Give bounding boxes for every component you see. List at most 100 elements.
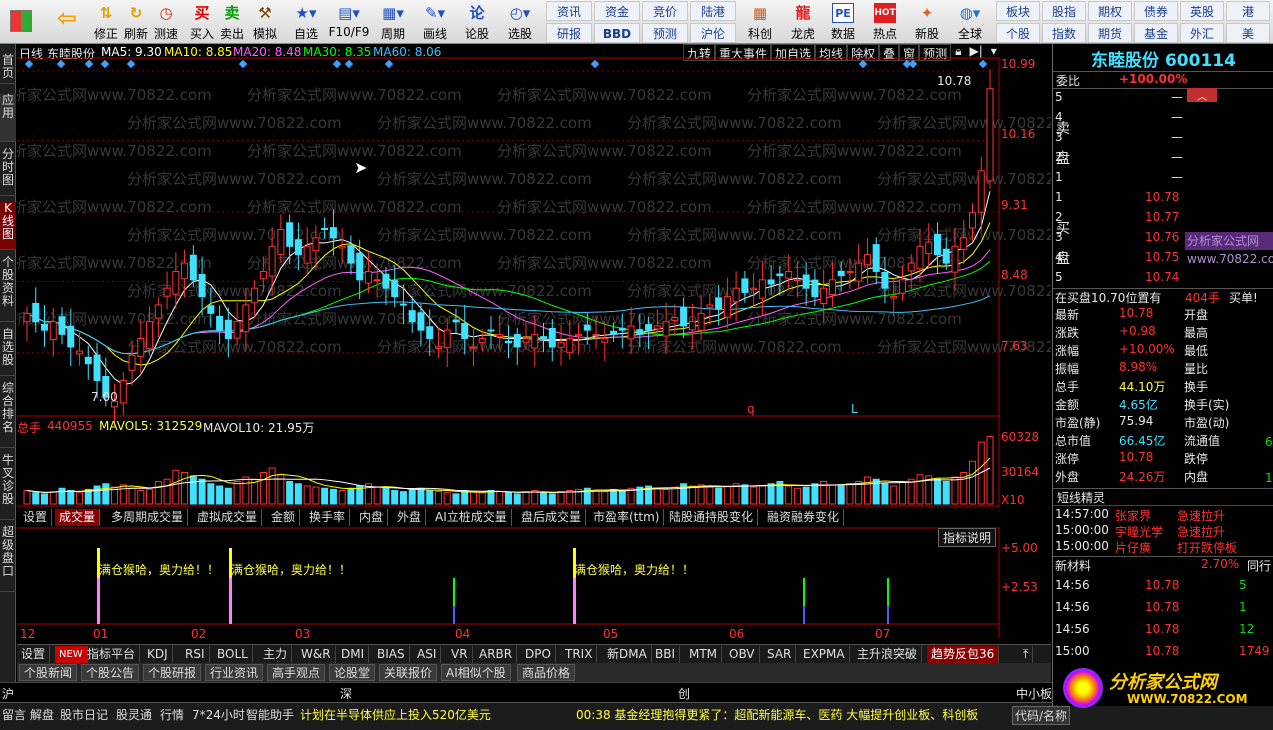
ind-kdj[interactable]: KDJ: [143, 646, 173, 663]
dragon-button[interactable]: 龍 龙虎: [788, 0, 818, 44]
link-auction[interactable]: 竞价: [642, 1, 688, 21]
ind-arbr[interactable]: ARBR: [475, 646, 518, 663]
link-forecast[interactable]: 预测: [642, 23, 688, 43]
tick-row[interactable]: 14:56 10.78 12: [1053, 622, 1273, 640]
link-sh-london[interactable]: 沪伦: [690, 23, 736, 43]
select-stock-button[interactable]: ◴▾ 选股: [502, 0, 538, 44]
tab-amount[interactable]: 金额: [267, 509, 301, 526]
f10-button[interactable]: ▤▾ F10/F9: [328, 0, 370, 44]
ind-boll[interactable]: BOLL: [213, 646, 253, 663]
sell-row[interactable]: 3—: [1053, 130, 1273, 148]
status-message[interactable]: 留言: [2, 706, 26, 723]
ind-main[interactable]: 主力: [259, 646, 293, 663]
watchlist-button[interactable]: ★▾ 自选: [290, 0, 322, 44]
short-title[interactable]: 短线精灵: [1057, 489, 1105, 506]
news-research[interactable]: 个股研报: [143, 664, 202, 681]
period-button[interactable]: ▦▾ 周期: [378, 0, 408, 44]
stat-row[interactable]: 市盈(静) 75.94 市盈(动): [1053, 414, 1273, 432]
tab-after-volume[interactable]: 盘后成交量: [517, 509, 587, 526]
stat-row[interactable]: 振幅 8.98% 量比: [1053, 360, 1273, 378]
stat-row[interactable]: 最新 10.78 开盘: [1053, 306, 1273, 324]
nav-apps[interactable]: 应用: [0, 94, 16, 142]
status-gulingtong[interactable]: 股灵通: [116, 706, 152, 723]
tick-row[interactable]: 14:56 10.78 1: [1053, 600, 1273, 618]
stat-row[interactable]: 总手 44.10万 换手: [1053, 378, 1273, 396]
stat-row[interactable]: 金额 4.65亿 换手(实): [1053, 396, 1273, 414]
draw-button[interactable]: ✎▾ 画线: [418, 0, 452, 44]
ind-new-dma[interactable]: 新DMA: [603, 646, 652, 663]
link-uk-stocks[interactable]: 英股: [1180, 1, 1224, 21]
alert-row[interactable]: 15:00:00 片仔癀 打开跌停板: [1053, 539, 1273, 557]
tab-multi-volume[interactable]: 多周期成交量: [107, 509, 189, 526]
buy-row[interactable]: 2 10.77: [1053, 210, 1273, 228]
link-index-futures[interactable]: 股指: [1042, 1, 1086, 21]
kline-chart[interactable]: 分析家公式网www.70822.com 分析家公式网www.70822.com 分析…: [17, 44, 1051, 638]
tab-virtual-volume[interactable]: 虚拟成交量: [193, 509, 263, 526]
buy-button[interactable]: 买 买入: [188, 0, 216, 44]
link-hk[interactable]: 港: [1226, 1, 1270, 21]
link-sector[interactable]: 板块: [996, 1, 1040, 21]
nav-watchlist[interactable]: 自选股: [0, 328, 16, 376]
tab-pe-ttm[interactable]: 市盈率(ttm): [589, 509, 665, 526]
news-stock[interactable]: 个股新闻: [19, 664, 78, 681]
news-announcement[interactable]: 个股公告: [81, 664, 140, 681]
discuss-button[interactable]: 论 论股: [462, 0, 492, 44]
tab-settings[interactable]: 设置: [19, 509, 53, 526]
ind-asi[interactable]: ASI: [413, 646, 442, 663]
tab-margin[interactable]: 融资融券变化: [763, 509, 845, 526]
tab-ai-volume[interactable]: AI立桩成交量: [431, 509, 512, 526]
ticker-headline-1[interactable]: 计划在半导体供应上投入520亿美元: [300, 706, 491, 723]
ind-mtm[interactable]: MTM: [685, 646, 723, 663]
nav-super-level[interactable]: 超级盘口: [0, 526, 16, 592]
link-indices[interactable]: 指数: [1042, 23, 1086, 43]
ind-rsi[interactable]: RSI: [181, 646, 210, 663]
status-diary[interactable]: 股市日记: [60, 706, 108, 723]
sell-row[interactable]: 1—: [1053, 170, 1273, 188]
sell-row[interactable]: 5—: [1053, 90, 1273, 108]
indicator-explain-button[interactable]: 指标说明: [938, 528, 997, 547]
link-bbd[interactable]: BBD: [594, 23, 640, 43]
nav-diagnosis[interactable]: 牛叉诊股: [0, 454, 16, 520]
status-assistant[interactable]: 智能助手: [246, 706, 294, 723]
sector-name[interactable]: 新材料: [1055, 557, 1091, 574]
link-stocks[interactable]: 个股: [996, 23, 1040, 43]
link-hk-connect[interactable]: 陆港: [690, 1, 736, 21]
link-forex[interactable]: 外汇: [1180, 23, 1224, 43]
ind-breakout[interactable]: 主升浪突破: [853, 646, 923, 663]
link-fund[interactable]: 资金: [594, 1, 640, 21]
status-724[interactable]: 7*24小时: [192, 706, 245, 723]
back-button[interactable]: ⇦: [52, 0, 82, 44]
link-news[interactable]: 资讯: [546, 1, 592, 21]
sector-tag[interactable]: 同行: [1247, 557, 1271, 574]
tab-hk-holding[interactable]: 陆股通持股变化: [665, 509, 759, 526]
stat-row[interactable]: 外盘 24.26万 内盘: [1053, 468, 1273, 486]
buy-row[interactable]: 1 10.78: [1053, 190, 1273, 208]
data-button[interactable]: PE 数据: [828, 0, 858, 44]
link-options[interactable]: 期权: [1088, 1, 1132, 21]
sell-row[interactable]: 2—: [1053, 150, 1273, 168]
news-expert[interactable]: 高手观点: [267, 664, 326, 681]
ind-dpo[interactable]: DPO: [521, 646, 556, 663]
news-commodity[interactable]: 商品价格: [517, 664, 576, 681]
tick-row[interactable]: 15:00 10.78 1749: [1053, 644, 1273, 662]
stat-row[interactable]: 涨幅 +10.00% 最低: [1053, 342, 1273, 360]
ipo-button[interactable]: ✦ 新股: [912, 0, 942, 44]
speed-test-button[interactable]: ◷ 测速: [150, 0, 182, 44]
tab-inner[interactable]: 内盘: [355, 509, 389, 526]
sell-row[interactable]: 4—: [1053, 110, 1273, 128]
global-button[interactable]: ◍▾ 全球: [952, 0, 988, 44]
news-related[interactable]: 关联报价: [379, 664, 438, 681]
ind-platform[interactable]: 指标平台: [83, 646, 141, 663]
link-funds[interactable]: 基金: [1134, 23, 1178, 43]
news-forum[interactable]: 论股堂: [329, 664, 376, 681]
tab-volume[interactable]: 成交量: [55, 509, 101, 526]
stat-row[interactable]: 总市值 66.45亿 流通值: [1053, 432, 1273, 450]
buy-row[interactable]: 5 10.74: [1053, 270, 1273, 288]
simulate-button[interactable]: ⚒ 模拟: [250, 0, 280, 44]
ind-wr[interactable]: W&R: [297, 646, 336, 663]
index-cy[interactable]: 创: [678, 685, 690, 702]
link-research[interactable]: 研报: [546, 23, 592, 43]
nav-kline[interactable]: K线图: [0, 202, 16, 250]
ind-obv[interactable]: OBV: [725, 646, 760, 663]
home-button[interactable]: [6, 0, 36, 44]
